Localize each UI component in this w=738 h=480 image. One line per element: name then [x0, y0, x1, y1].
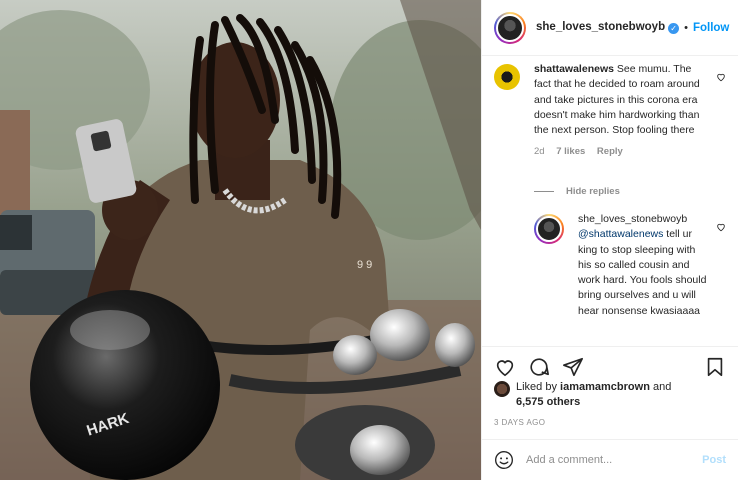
likes-summary: Liked by iamamamcbrown and 6,575 others [494, 380, 726, 410]
comment-icon[interactable] [528, 356, 550, 378]
likes-joiner: and [652, 381, 672, 393]
post-header: she_loves_stonebwoyb ✓ • Follow [482, 0, 738, 56]
reply-body: she_loves_stonebwoyb @shattawalenews tel… [578, 212, 708, 319]
likes-count[interactable]: 6,575 others [516, 396, 580, 408]
comment-meta: 2d 7 likes Reply [534, 144, 708, 159]
comment-username[interactable]: shattawalenews [534, 63, 614, 75]
comments-list[interactable]: shattawalenews See mumu. The fact that h… [482, 56, 738, 346]
liked-by-label: Liked by [516, 381, 557, 393]
comment-likes-count[interactable]: 7 likes [556, 146, 585, 157]
reply-mention[interactable]: @shattawalenews [578, 228, 663, 240]
post-photo[interactable]: 9 9 HARK [0, 0, 481, 480]
reply-like-heart-icon[interactable] [716, 222, 726, 232]
hide-replies-line [534, 191, 554, 192]
liker-avatar[interactable] [494, 381, 510, 397]
verified-badge-icon: ✓ [668, 23, 680, 34]
bookmark-icon[interactable] [704, 356, 726, 378]
reply-avatar[interactable] [534, 214, 564, 244]
author-avatar[interactable] [494, 11, 526, 44]
comment-composer: Post [482, 439, 738, 480]
shirt-logo: 9 9 [357, 259, 372, 271]
comment-input[interactable] [526, 454, 703, 466]
emoji-icon[interactable] [494, 450, 514, 470]
hide-replies-label: Hide replies [566, 186, 620, 197]
reply-button[interactable]: Reply [597, 146, 623, 157]
comment-body: shattawalenews See mumu. The fact that h… [534, 62, 708, 160]
post-timestamp[interactable]: 3 DAYS AGO [494, 418, 545, 427]
comment-like-heart-icon[interactable] [716, 72, 726, 82]
commenter-avatar[interactable] [494, 64, 520, 90]
header-separator: • [684, 21, 688, 34]
reply-text: tell ur king to stop sleeping with his s… [578, 228, 707, 317]
author-username[interactable]: she_loves_stonebwoyb ✓ [536, 21, 680, 34]
comment-age[interactable]: 2d [534, 146, 545, 157]
follow-button[interactable]: Follow [693, 22, 729, 34]
post-comment-button[interactable]: Post [702, 454, 726, 466]
photo-illustration: 9 9 HARK [0, 0, 481, 480]
post-side-panel: she_loves_stonebwoyb ✓ • Follow shattawal… [481, 0, 738, 480]
hide-replies-button[interactable]: Hide replies [534, 186, 620, 197]
paper-plane-icon[interactable] [562, 356, 584, 378]
reply-username[interactable]: she_loves_stonebwoyb [578, 212, 708, 227]
heart-icon[interactable] [494, 356, 516, 378]
liker-username[interactable]: iamamamcbrown [560, 381, 650, 393]
